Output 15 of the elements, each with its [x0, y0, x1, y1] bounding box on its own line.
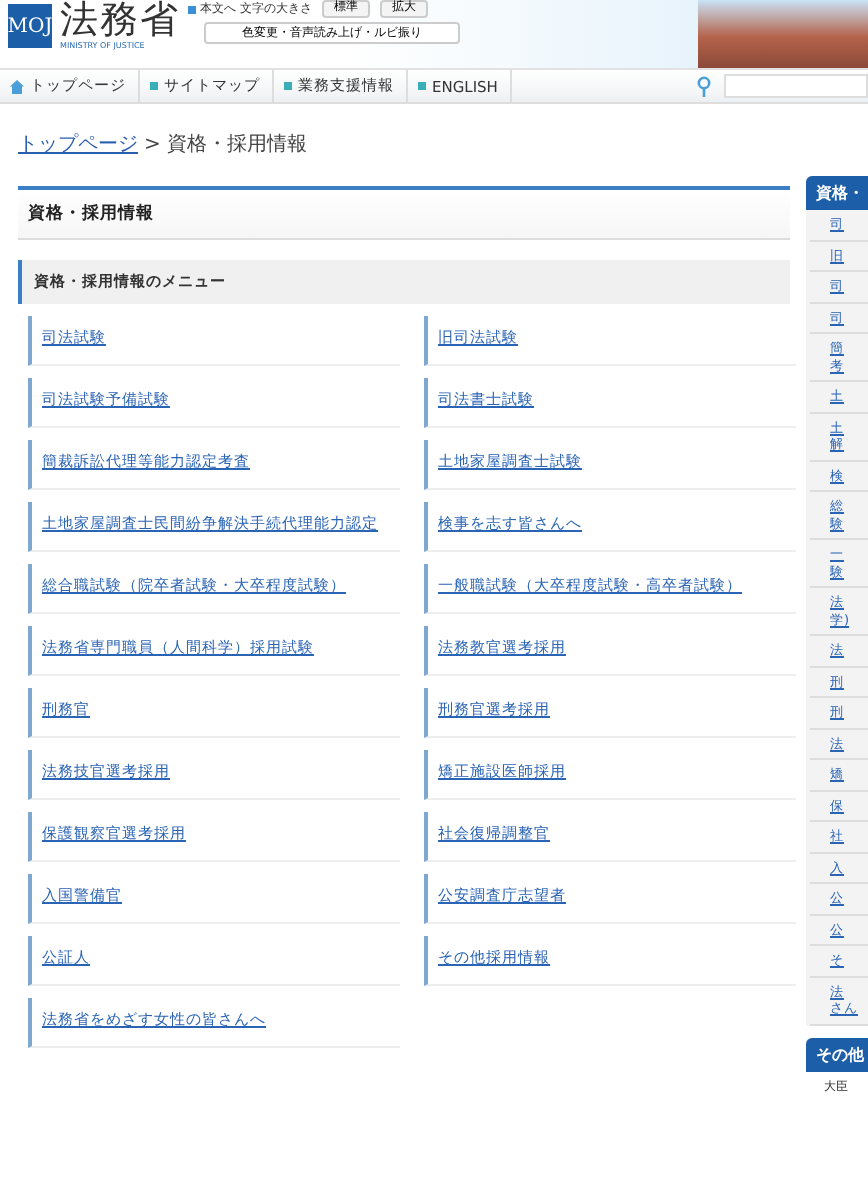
breadcrumb-current: 資格・採用情報	[166, 131, 307, 158]
square-icon	[150, 82, 158, 90]
logo-mark[interactable]: MOJ	[8, 4, 52, 48]
page-title: 資格・採用情報	[18, 186, 790, 240]
breadcrumb-link[interactable]: トップページ	[18, 130, 138, 158]
square-icon	[284, 82, 292, 90]
site-title[interactable]: 法務省	[60, 0, 180, 40]
square-icon	[188, 5, 196, 13]
home-icon	[10, 79, 24, 93]
sidebar-heading: 資格・	[806, 176, 868, 210]
breadcrumb-separator: >	[144, 134, 161, 156]
square-icon	[418, 82, 426, 90]
search-field[interactable]	[724, 74, 868, 98]
sidebar-heading: その他	[806, 1037, 868, 1071]
search-icon[interactable]	[696, 75, 712, 97]
